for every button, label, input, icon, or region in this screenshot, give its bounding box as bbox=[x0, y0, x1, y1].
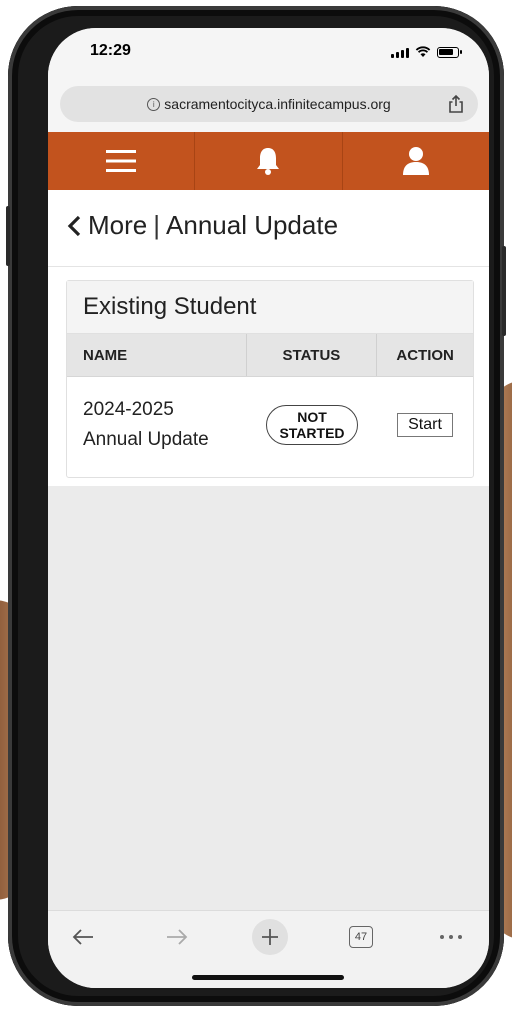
ellipsis-icon bbox=[440, 935, 462, 939]
bell-icon bbox=[257, 148, 280, 175]
forward-button[interactable] bbox=[162, 919, 192, 955]
row-name-line1: 2024-2025 bbox=[83, 399, 174, 420]
column-header-action: ACTION bbox=[396, 346, 454, 364]
home-indicator bbox=[192, 975, 344, 980]
status-line1: NOT bbox=[297, 409, 327, 425]
start-button[interactable]: Start bbox=[397, 413, 453, 437]
phone-screen: 12:29 i sacramentocityca.infinitecampus.… bbox=[48, 28, 489, 988]
power-button bbox=[502, 246, 506, 336]
status-icons bbox=[391, 46, 462, 58]
back-link[interactable]: More bbox=[88, 210, 147, 241]
signal-icon bbox=[391, 48, 409, 58]
row-name-line2: Annual Update bbox=[83, 429, 209, 450]
status-bar: 12:29 bbox=[48, 28, 489, 84]
table-header: NAME STATUS ACTION bbox=[67, 334, 473, 377]
status-badge: NOT STARTED bbox=[266, 405, 358, 445]
plus-icon bbox=[252, 919, 288, 955]
back-button[interactable] bbox=[68, 919, 98, 955]
top-nav bbox=[48, 132, 489, 190]
column-header-name: NAME bbox=[67, 334, 247, 376]
column-header-status: STATUS bbox=[247, 334, 378, 376]
page-title: Annual Update bbox=[166, 210, 339, 240]
notifications-button[interactable] bbox=[195, 132, 343, 190]
user-icon bbox=[402, 147, 429, 175]
address-bar[interactable]: i sacramentocityca.infinitecampus.org bbox=[60, 86, 478, 122]
info-icon: i bbox=[147, 97, 161, 111]
volume-button bbox=[6, 206, 10, 266]
url-text: sacramentocityca.infinitecampus.org bbox=[164, 96, 391, 112]
address-bar-area: i sacramentocityca.infinitecampus.org bbox=[48, 84, 489, 132]
battery-icon bbox=[437, 47, 462, 58]
tab-count: 47 bbox=[349, 926, 373, 948]
card-title: Existing Student bbox=[67, 281, 473, 334]
new-tab-button[interactable] bbox=[250, 919, 290, 955]
browser-toolbar: 47 bbox=[48, 910, 489, 988]
profile-button[interactable] bbox=[343, 132, 489, 190]
divider bbox=[48, 266, 489, 267]
menu-icon bbox=[106, 150, 137, 172]
share-icon[interactable] bbox=[446, 94, 466, 114]
tabs-button[interactable]: 47 bbox=[346, 919, 376, 955]
clock: 12:29 bbox=[90, 42, 131, 59]
table-row: 2024-2025 Annual Update NOT STARTED Star… bbox=[67, 377, 473, 473]
row-name: 2024-2025 Annual Update bbox=[67, 395, 247, 455]
student-card: Existing Student NAME STATUS ACTION 2024… bbox=[66, 280, 474, 478]
row-status: NOT STARTED bbox=[247, 405, 377, 445]
arrow-left-icon bbox=[72, 929, 93, 945]
arrow-right-icon bbox=[167, 929, 188, 945]
chevron-left-icon[interactable] bbox=[66, 215, 82, 237]
page-header: More | Annual Update bbox=[66, 210, 338, 241]
wifi-icon bbox=[415, 46, 431, 57]
phone-frame: 12:29 i sacramentocityca.infinitecampus.… bbox=[6, 6, 506, 1006]
separator: | bbox=[153, 210, 161, 240]
main-content: More | Annual Update Existing Student NA… bbox=[48, 190, 489, 486]
menu-button[interactable] bbox=[48, 132, 196, 190]
more-button[interactable] bbox=[436, 919, 466, 955]
status-line2: STARTED bbox=[279, 425, 345, 441]
row-action: Start bbox=[377, 413, 473, 437]
